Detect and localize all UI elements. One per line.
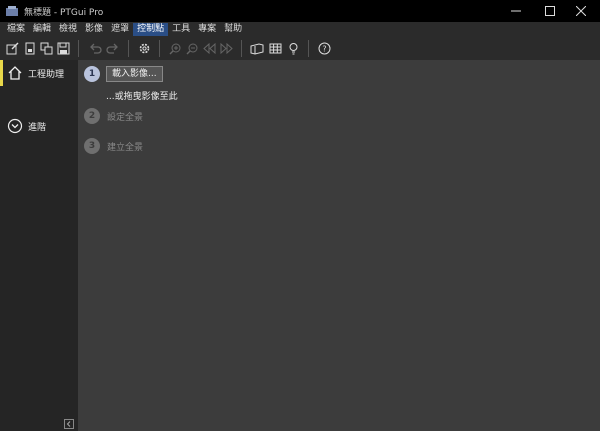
minimize-icon [511,10,521,12]
help-button[interactable]: ? [317,41,331,55]
fast-forward-icon [220,42,233,54]
collapse-sidebar-button[interactable] [64,419,74,429]
drag-drop-hint: ...或拖曳影像至此 [106,92,178,102]
panorama-editor-button[interactable] [250,41,264,55]
menu-project[interactable]: 專案 [194,23,220,36]
menu-control-points[interactable]: 控制點 [133,23,169,36]
maximize-icon [545,6,555,16]
redo-icon [105,43,118,54]
previous-button[interactable] [202,41,216,55]
new-project-icon [6,42,18,54]
menu-images[interactable]: 影像 [81,23,107,36]
open-project-icon [25,42,34,54]
tips-button[interactable] [286,41,300,55]
help-icon: ? [318,42,330,54]
zoom-in-button[interactable] [168,41,182,55]
step-1-badge: 1 [84,66,100,82]
close-icon [576,6,586,16]
sidebar-item-label: 進階 [28,122,47,133]
redo-button[interactable] [105,41,119,55]
zoom-out-button[interactable] [185,41,199,55]
menu-file[interactable]: 檔案 [3,23,29,36]
save-icon [57,42,69,54]
toolbar-separator [241,40,242,57]
step-3-badge: 3 [84,138,100,154]
settings-button[interactable] [137,41,151,55]
toolbar-separator [159,40,160,57]
new-project-button[interactable] [5,41,19,55]
rewind-icon [202,42,215,54]
undo-icon [89,43,102,54]
undo-button[interactable] [88,41,102,55]
app-icon [6,6,18,16]
gear-icon [139,43,149,53]
sidebar-item-project-assistant[interactable]: 工程助理 [0,60,78,86]
lightbulb-icon [289,42,297,54]
load-images-button[interactable]: 載入影像... [106,66,163,82]
toolbar-separator [128,40,129,57]
zoom-in-icon [169,43,180,54]
toolbar: ? [0,37,600,60]
sidebar-item-advanced[interactable]: 進階 [0,113,78,139]
menu-tools[interactable]: 工具 [168,23,194,36]
table-button[interactable] [268,41,282,55]
create-panorama-step: 建立全景 [107,143,144,153]
window-title: 無標題 - PTGui Pro [24,8,104,18]
toolbar-separator [78,40,79,57]
save-button[interactable] [56,41,70,55]
menu-help[interactable]: 幫助 [220,23,246,36]
grid-icon [269,43,281,53]
svg-text:?: ? [322,44,326,53]
title-bar: 無標題 - PTGui Pro [0,0,600,22]
chevron-down-circle-icon [7,118,23,134]
menu-bar: 檔案 編輯 檢視 影像 遮罩 控制點 工具 專案 幫助 [0,22,600,37]
main-panel [78,60,600,431]
close-button[interactable] [558,0,600,22]
align-images-step: 設定全景 [107,113,144,123]
panorama-editor-icon [250,42,264,55]
menu-edit[interactable]: 編輯 [29,23,55,36]
menu-view[interactable]: 檢視 [55,23,81,36]
next-button[interactable] [219,41,233,55]
copy-button[interactable] [39,41,53,55]
chevron-left-icon [66,421,71,427]
zoom-out-icon [186,43,197,54]
toolbar-separator [308,40,309,57]
copy-icon [40,42,52,54]
menu-mask[interactable]: 遮罩 [107,23,133,36]
step-2-badge: 2 [84,108,100,124]
home-icon [7,65,23,81]
sidebar-item-label: 工程助理 [28,69,65,80]
open-project-button[interactable] [22,41,36,55]
